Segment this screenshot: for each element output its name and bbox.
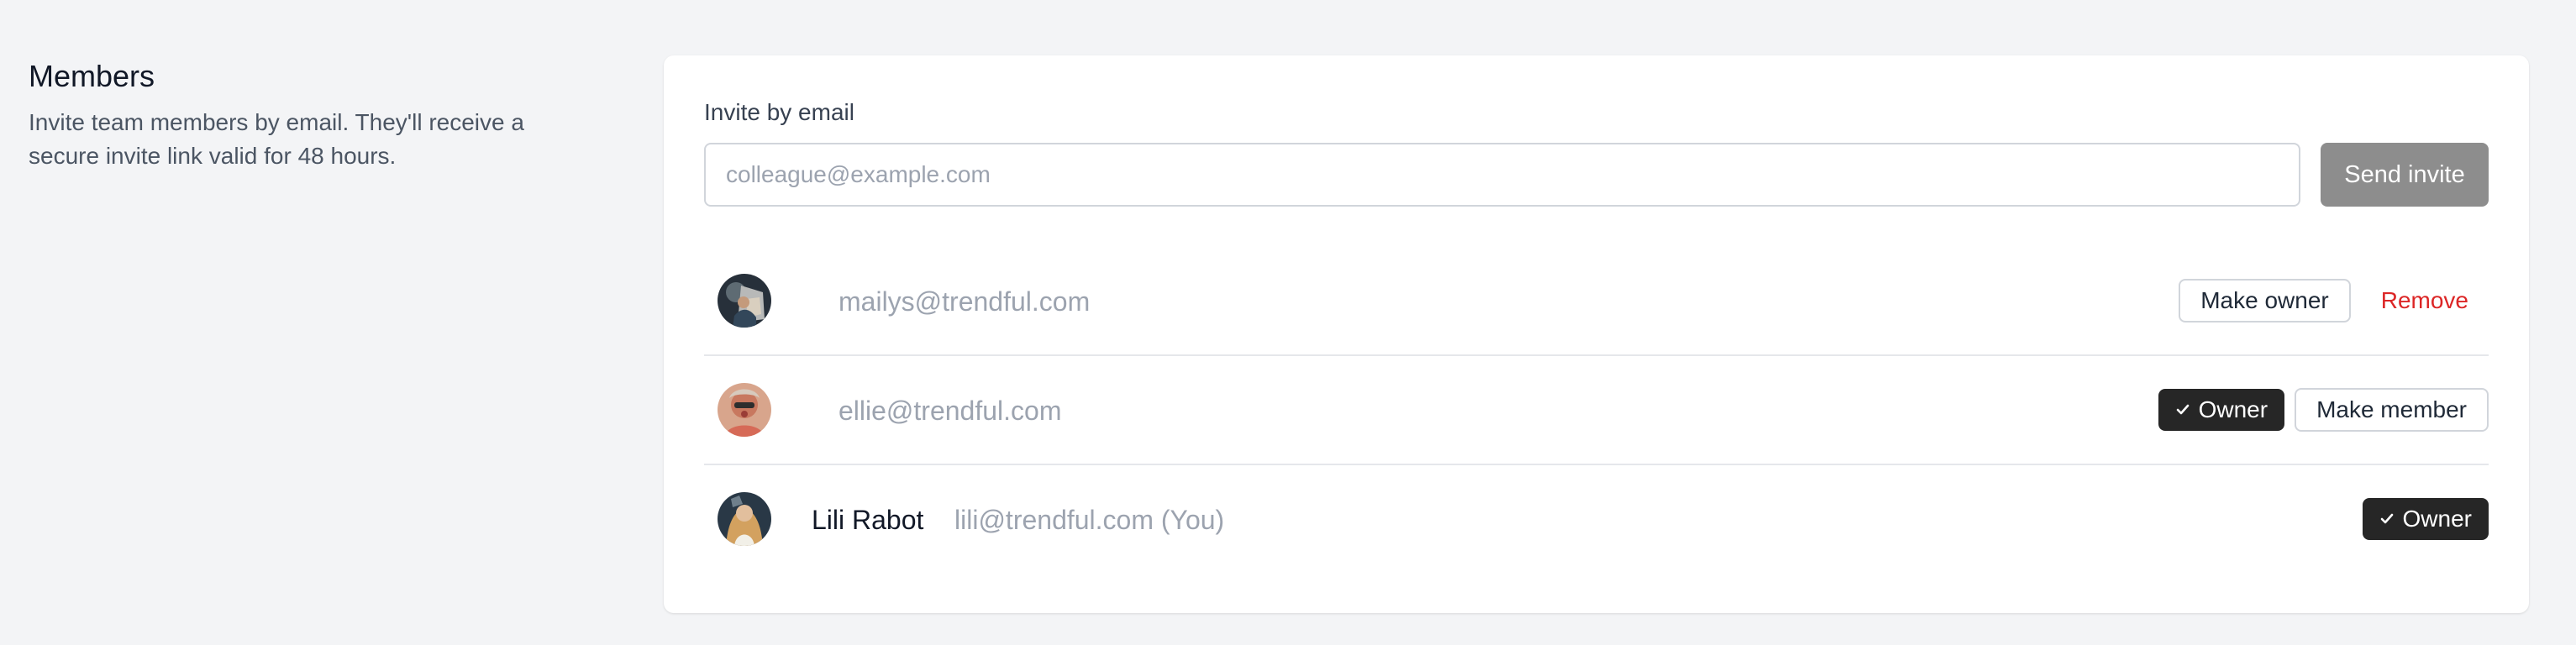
member-row: ellie@trendful.com Owner Make member [704, 356, 2489, 465]
invite-label: Invite by email [704, 99, 854, 125]
owner-badge-label: Owner [2198, 396, 2268, 422]
invite-email-input[interactable] [704, 143, 2300, 207]
member-list: mailys@trendful.com Make owner Remove el… [704, 247, 2489, 574]
member-email: lili@trendful.com (You) [954, 505, 1225, 535]
section-title: Members [29, 59, 155, 93]
member-actions: Owner Make member [2158, 356, 2489, 464]
avatar [718, 274, 771, 328]
member-name: Lili Rabot [812, 505, 924, 535]
user-avatar-photo-icon [718, 274, 771, 328]
member-email: ellie@trendful.com [839, 396, 1062, 426]
user-avatar-photo-icon [718, 492, 771, 546]
remove-member-button[interactable]: Remove [2361, 279, 2489, 322]
send-invite-button[interactable]: Send invite [2321, 143, 2489, 207]
member-actions: Owner [2362, 465, 2489, 573]
owner-badge: Owner [2362, 498, 2489, 540]
section-description: Invite team members by email. They'll re… [29, 109, 524, 169]
check-icon [2380, 513, 2393, 524]
member-email: mailys@trendful.com [839, 286, 1091, 317]
owner-badge: Owner [2158, 389, 2285, 431]
members-section-intro: Members Invite team members by email. Th… [29, 55, 600, 173]
member-row: mailys@trendful.com Make owner Remove [704, 247, 2489, 356]
avatar [718, 492, 771, 546]
avatar [718, 383, 771, 437]
make-member-button[interactable]: Make member [2295, 388, 2489, 432]
check-icon [2176, 404, 2189, 415]
owner-badge-label: Owner [2402, 506, 2472, 532]
member-actions: Make owner Remove [2179, 247, 2489, 354]
member-row: Lili Rabot lili@trendful.com (You) Owner [704, 465, 2489, 574]
members-card: Invite by email Send invite mailys@trend… [664, 55, 2529, 613]
make-owner-button[interactable]: Make owner [2179, 279, 2351, 322]
user-avatar-photo-icon [718, 383, 771, 437]
